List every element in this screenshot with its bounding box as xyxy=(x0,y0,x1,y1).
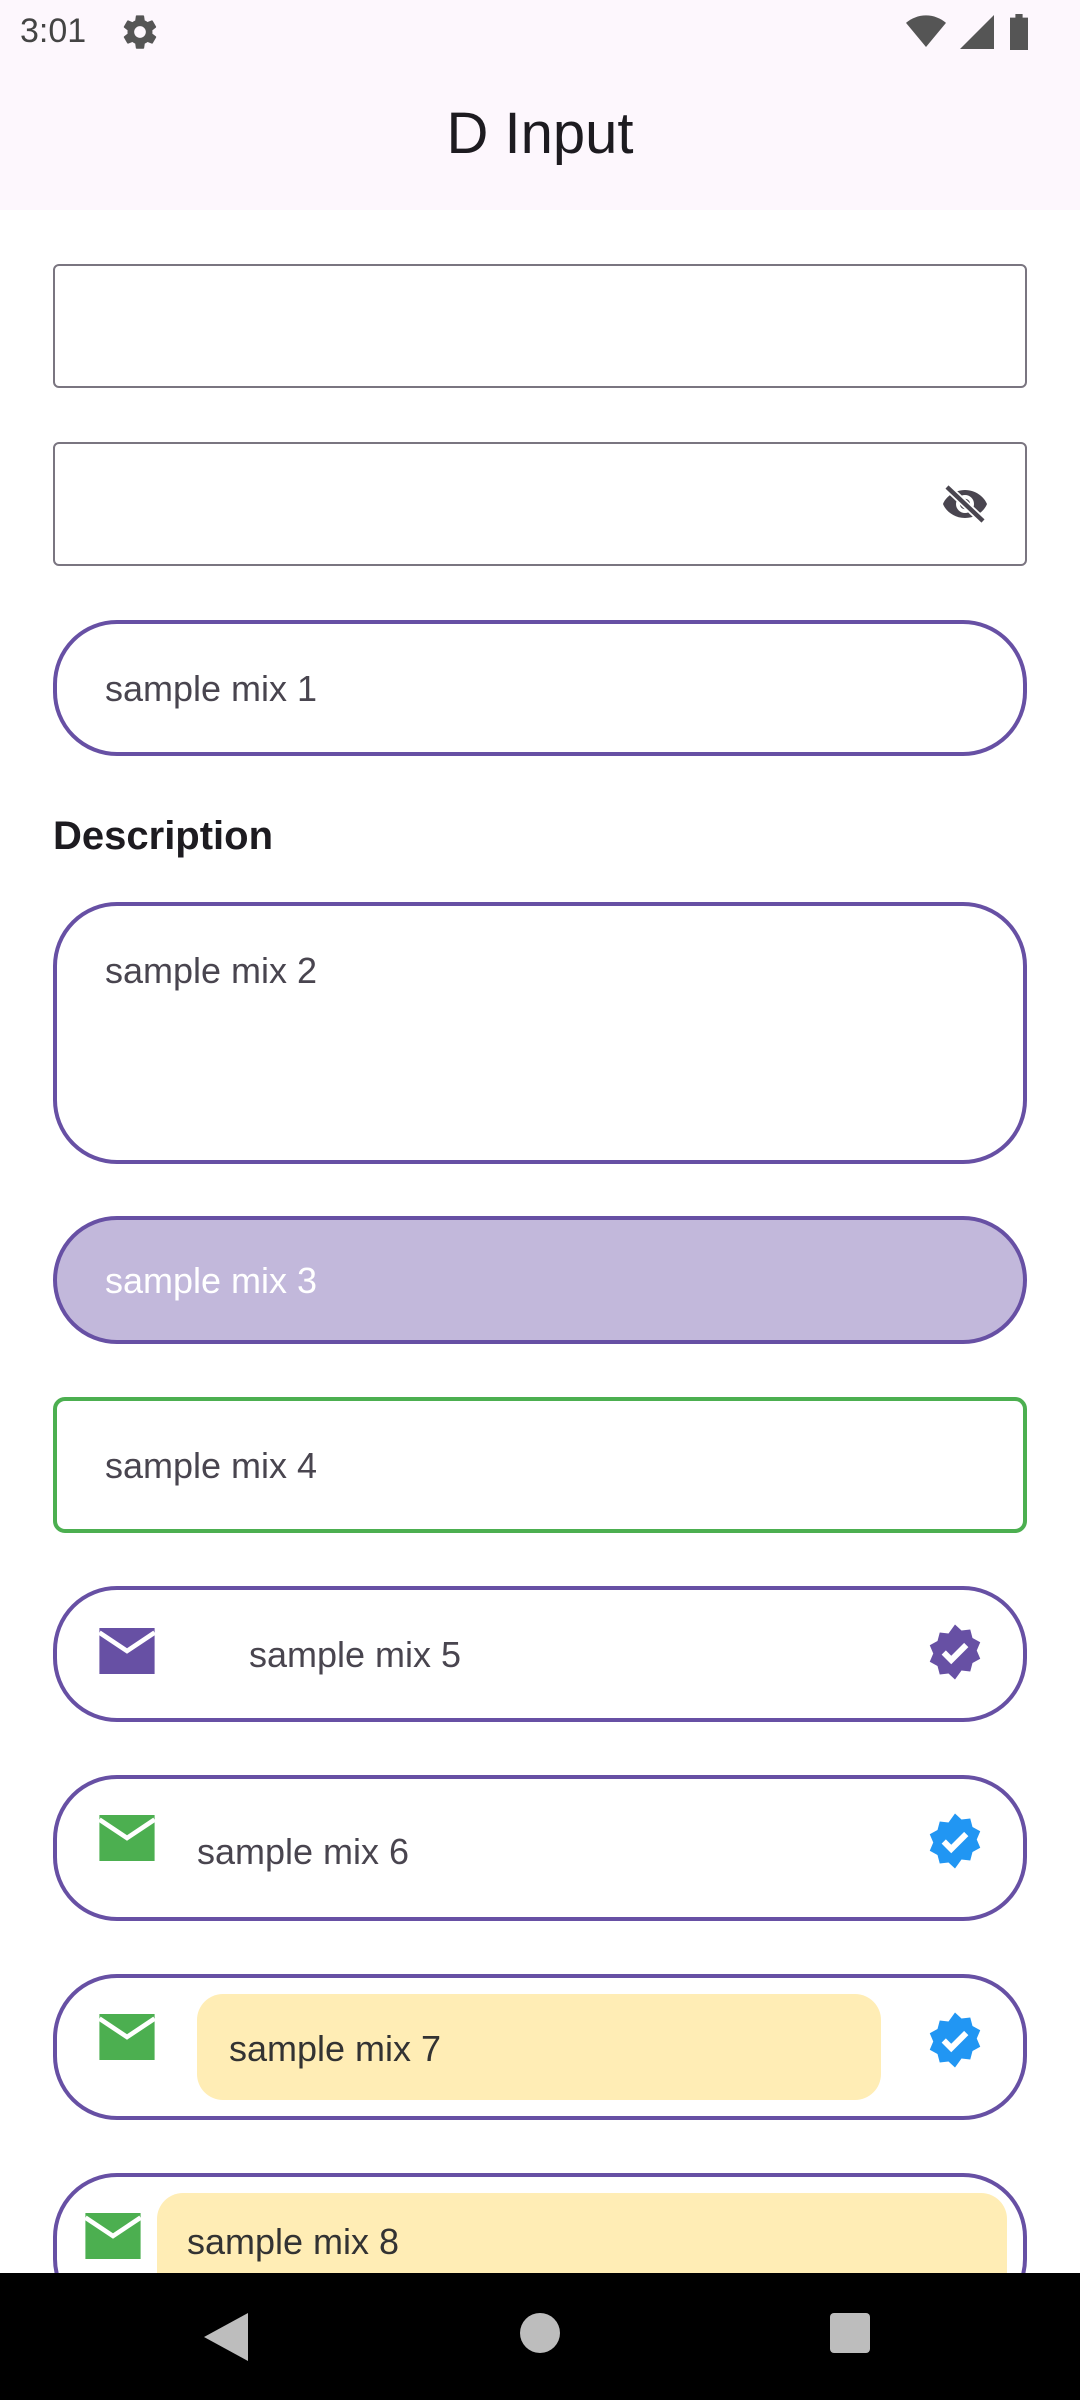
wifi-icon xyxy=(906,15,946,48)
mix3-value: sample mix 3 xyxy=(105,1260,318,1301)
home-icon[interactable] xyxy=(520,2313,560,2353)
recents-icon[interactable] xyxy=(830,2313,870,2353)
verified-icon xyxy=(929,1813,981,1869)
mail-icon xyxy=(99,1628,155,1674)
cell-signal-icon xyxy=(960,15,994,49)
back-icon[interactable] xyxy=(204,2313,248,2361)
form-scroll-area[interactable]: sample mix 1 Description sample mix 2 sa… xyxy=(0,210,1080,2273)
mix8-text-container[interactable]: sample mix 8 xyxy=(157,2193,1007,2273)
mix8-input[interactable]: sample mix 8 xyxy=(53,2173,1027,2273)
mix8-value: sample mix 8 xyxy=(187,2221,400,2262)
mail-icon xyxy=(85,2213,141,2259)
mix2-textarea[interactable]: sample mix 2 xyxy=(53,902,1027,1164)
verified-icon xyxy=(929,2012,981,2068)
plain-text-input[interactable] xyxy=(53,264,1027,388)
mix1-value: sample mix 1 xyxy=(105,668,318,709)
page-title: D Input xyxy=(446,101,634,166)
status-bar: 3:01 xyxy=(0,0,1080,64)
mix2-value: sample mix 2 xyxy=(105,950,318,991)
verified-icon xyxy=(929,1624,981,1680)
mail-icon xyxy=(99,2014,155,2060)
app-bar: D Input xyxy=(0,64,1080,210)
mix5-input[interactable]: sample mix 5 xyxy=(53,1586,1027,1722)
description-label: Description xyxy=(53,814,274,858)
status-time: 3:01 xyxy=(20,12,87,50)
eye-off-icon[interactable] xyxy=(941,484,989,524)
mix3-input[interactable]: sample mix 3 xyxy=(53,1216,1027,1344)
mix7-value: sample mix 7 xyxy=(229,2028,442,2069)
mix4-input[interactable]: sample mix 4 xyxy=(53,1397,1027,1533)
mix7-text-container[interactable]: sample mix 7 xyxy=(197,1994,881,2100)
mix6-input[interactable]: sample mix 6 xyxy=(53,1775,1027,1921)
password-input[interactable] xyxy=(53,442,1027,566)
mail-icon xyxy=(99,1815,155,1861)
status-icons xyxy=(906,12,1030,52)
settings-gear-icon xyxy=(123,15,157,49)
battery-icon xyxy=(1010,14,1028,50)
mix4-value: sample mix 4 xyxy=(105,1445,318,1486)
mix5-value: sample mix 5 xyxy=(249,1634,462,1675)
mix7-input[interactable]: sample mix 7 xyxy=(53,1974,1027,2120)
mix6-value: sample mix 6 xyxy=(197,1831,410,1872)
mix1-input[interactable]: sample mix 1 xyxy=(53,620,1027,756)
system-nav-bar xyxy=(0,2273,1080,2400)
